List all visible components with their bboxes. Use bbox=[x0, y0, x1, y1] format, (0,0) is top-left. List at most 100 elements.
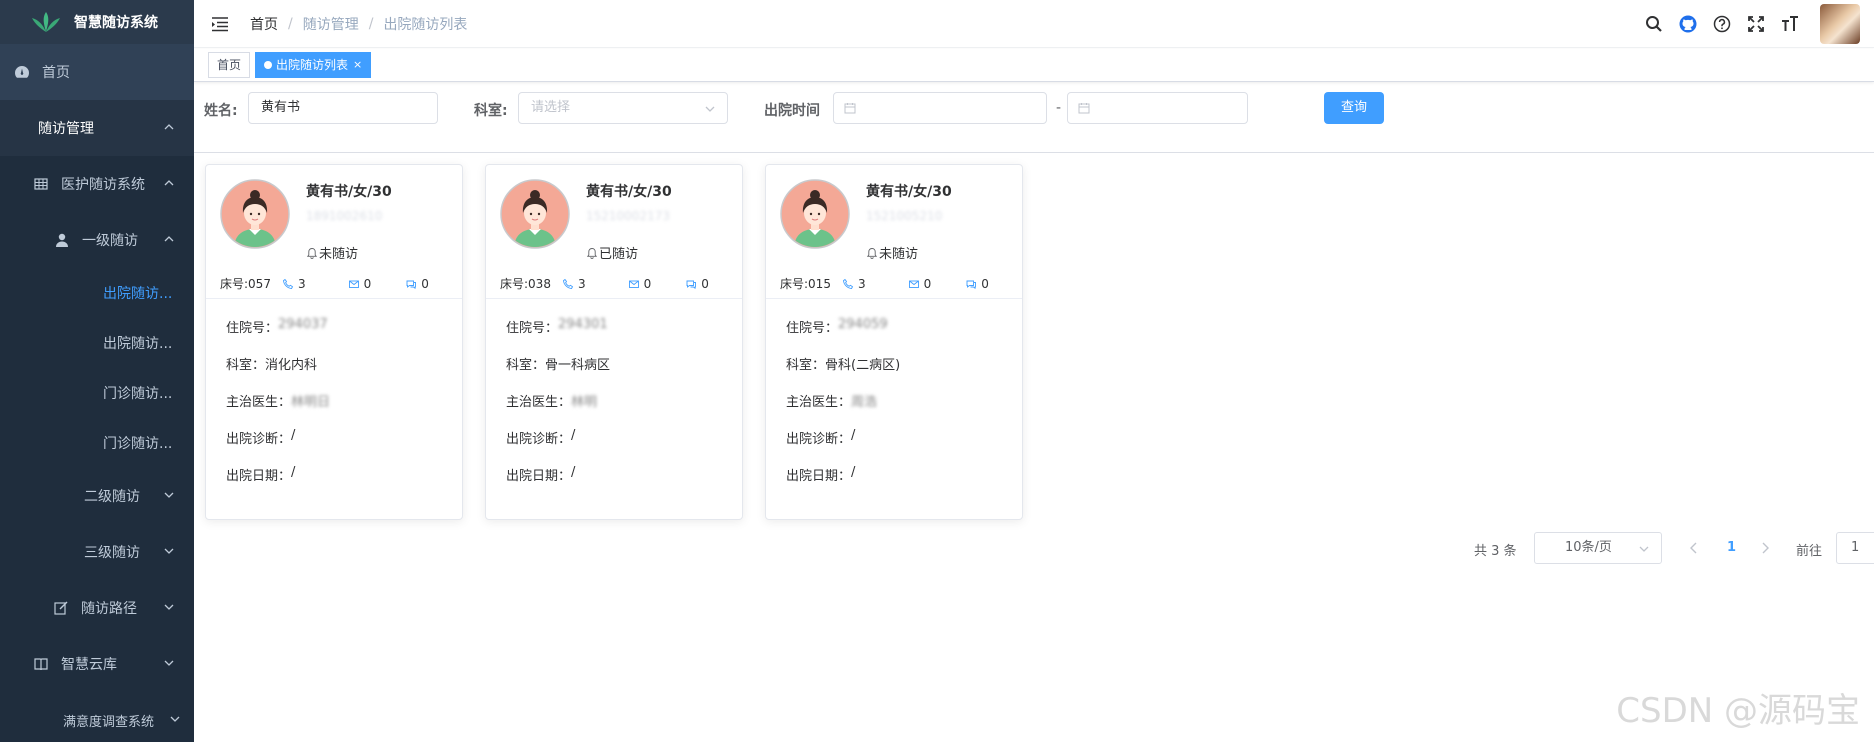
doctor-value: 林明日 bbox=[291, 395, 331, 410]
sidebar-item-satisfaction-survey[interactable]: 满意度调查系统 bbox=[0, 692, 194, 742]
department-row: 科室： 骨科(二病区) bbox=[786, 354, 1022, 391]
sidebar-item-smart-cloud[interactable]: 智慧云库 bbox=[0, 636, 194, 692]
patient-card[interactable]: 黄有书/女/30 1891002610 未随访 床号:057 3 0 0 住院号… bbox=[205, 164, 463, 520]
sidebar-item-label: 门诊随访... bbox=[103, 386, 173, 402]
tag-home[interactable]: 首页 bbox=[208, 52, 251, 78]
discharge-date-value: / bbox=[291, 465, 296, 480]
patient-card-header: 黄有书/女/30 15210002173 已随访 床号:038 3 0 0 bbox=[486, 165, 742, 299]
call-count[interactable]: 3 bbox=[842, 277, 866, 291]
next-page-button[interactable] bbox=[1759, 541, 1771, 555]
dept-select[interactable]: 请选择 bbox=[518, 92, 728, 124]
doctor-row: 主治医生： 林明 bbox=[506, 391, 742, 428]
doctor-label: 主治医生： bbox=[506, 395, 572, 410]
date-range-separator: - bbox=[1056, 100, 1062, 116]
logo-icon bbox=[32, 12, 60, 32]
patient-name: 黄有书/女/30 bbox=[306, 184, 392, 200]
query-button[interactable]: 查询 bbox=[1324, 92, 1384, 124]
admission-number-value: 294037 bbox=[278, 317, 328, 332]
sidebar-item-level3-followup[interactable]: 三级随访 bbox=[0, 524, 194, 580]
chat-count[interactable]: 0 bbox=[405, 277, 429, 291]
name-input[interactable]: 黄有书 bbox=[248, 92, 438, 124]
doctor-value: 周浩 bbox=[851, 395, 878, 410]
patient-stats: 床号:038 3 0 0 bbox=[500, 275, 736, 292]
tag-discharge-followup-list[interactable]: 出院随访列表 × bbox=[255, 52, 372, 78]
date-start-input[interactable] bbox=[833, 92, 1047, 124]
sidebar-item-discharge-followup-list[interactable]: 出院随访... bbox=[0, 268, 194, 318]
user-avatar[interactable] bbox=[1820, 4, 1860, 44]
sidebar-item-outpatient-followup-1[interactable]: 门诊随访... bbox=[0, 368, 194, 418]
page-size-value: 10条/页 bbox=[1565, 540, 1612, 555]
department-label: 科室： bbox=[506, 358, 546, 373]
breadcrumb-separator: / bbox=[368, 15, 374, 32]
discharge-date-label: 出院日期： bbox=[226, 469, 292, 484]
fullscreen-button[interactable] bbox=[1746, 14, 1766, 34]
diagnosis-label: 出院诊断： bbox=[786, 432, 852, 447]
discharge-date-row: 出院日期： / bbox=[506, 465, 742, 502]
sidebar-item-outpatient-followup-2[interactable]: 门诊随访... bbox=[0, 418, 194, 468]
chat-icon bbox=[966, 280, 977, 289]
sidebar-item-level2-followup[interactable]: 二级随访 bbox=[0, 468, 194, 524]
chevron-up-icon bbox=[164, 180, 174, 186]
chevron-up-icon bbox=[164, 124, 174, 130]
patient-card[interactable]: 黄有书/女/30 15210002173 已随访 床号:038 3 0 0 住院… bbox=[485, 164, 743, 520]
prev-page-button[interactable] bbox=[1688, 541, 1700, 555]
search-button[interactable] bbox=[1644, 14, 1664, 34]
diagnosis-value: / bbox=[571, 428, 576, 443]
breadcrumb: 首页 / 随访管理 / 出院随访列表 bbox=[250, 14, 467, 34]
sidebar-item-home[interactable]: 首页 bbox=[0, 44, 194, 100]
mail-count[interactable]: 0 bbox=[908, 277, 931, 291]
call-count[interactable]: 3 bbox=[282, 277, 306, 291]
department-row: 科室： 消化内科 bbox=[226, 354, 462, 391]
page-size-select[interactable]: 10条/页 bbox=[1534, 532, 1662, 564]
date-end-input[interactable] bbox=[1067, 92, 1248, 124]
fullscreen-icon bbox=[1748, 16, 1764, 32]
department-row: 科室： 骨一科病区 bbox=[506, 354, 742, 391]
admission-number-label: 住院号： bbox=[786, 321, 839, 336]
department-label: 科室： bbox=[786, 358, 826, 373]
followup-status: 已随访 bbox=[586, 243, 638, 262]
chevron-down-icon bbox=[705, 106, 715, 112]
dept-label: 科室: bbox=[474, 103, 508, 119]
department-label: 科室： bbox=[226, 358, 266, 373]
patient-card[interactable]: 黄有书/女/30 1521005210 未随访 床号:015 3 0 0 住院号… bbox=[765, 164, 1023, 520]
sidebar-item-discharge-followup-2[interactable]: 出院随访... bbox=[0, 318, 194, 368]
goto-label: 前往 bbox=[1796, 544, 1823, 559]
font-size-icon bbox=[1782, 16, 1798, 31]
chat-count[interactable]: 0 bbox=[965, 277, 989, 291]
mail-icon bbox=[628, 280, 639, 288]
sidebar-item-medical-followup[interactable]: 医护随访系统 bbox=[0, 156, 194, 212]
patient-card-header: 黄有书/女/30 1891002610 未随访 床号:057 3 0 0 bbox=[206, 165, 462, 299]
close-icon[interactable]: × bbox=[353, 53, 362, 77]
dept-select-placeholder: 请选择 bbox=[531, 100, 571, 115]
sidebar-item-label: 一级随访 bbox=[82, 233, 138, 249]
github-button[interactable] bbox=[1678, 14, 1698, 34]
hamburger-icon[interactable] bbox=[210, 14, 230, 34]
followup-status-label: 未随访 bbox=[319, 247, 359, 262]
sidebar-item-level1-followup[interactable]: 一级随访 bbox=[0, 212, 194, 268]
logo[interactable]: 智慧随访系统 bbox=[0, 0, 194, 44]
page-number-active[interactable]: 1 bbox=[1727, 540, 1736, 555]
call-count[interactable]: 3 bbox=[562, 277, 586, 291]
chevron-down-icon bbox=[164, 548, 174, 554]
pagination-total: 共 3 条 bbox=[1474, 544, 1517, 559]
sidebar-item-followup-path[interactable]: 随访路径 bbox=[0, 580, 194, 636]
patient-card-body: 住院号： 294301 科室： 骨一科病区 主治医生： 林明 出院诊断： / 出… bbox=[486, 299, 742, 502]
active-dot-icon bbox=[264, 61, 273, 69]
mail-icon bbox=[348, 280, 359, 288]
bell-icon bbox=[306, 247, 318, 259]
mail-count[interactable]: 0 bbox=[348, 277, 371, 291]
bed-number: 床号:038 bbox=[500, 277, 551, 291]
help-button[interactable] bbox=[1712, 14, 1732, 34]
goto-page-input[interactable]: 1 bbox=[1836, 532, 1874, 564]
sidebar-item-label: 首页 bbox=[42, 65, 70, 81]
chat-count[interactable]: 0 bbox=[685, 277, 709, 291]
sidebar-item-followup-mgmt[interactable]: 随访管理 bbox=[0, 100, 194, 156]
font-size-button[interactable] bbox=[1780, 14, 1800, 34]
sidebar-item-label: 门诊随访... bbox=[103, 436, 173, 452]
sidebar-item-label: 医护随访系统 bbox=[61, 177, 145, 193]
breadcrumb-home[interactable]: 首页 bbox=[250, 14, 278, 34]
app-title: 智慧随访系统 bbox=[74, 15, 158, 31]
department-value: 骨科(二病区) bbox=[825, 358, 901, 373]
diagnosis-value: / bbox=[851, 428, 856, 443]
mail-count[interactable]: 0 bbox=[628, 277, 651, 291]
